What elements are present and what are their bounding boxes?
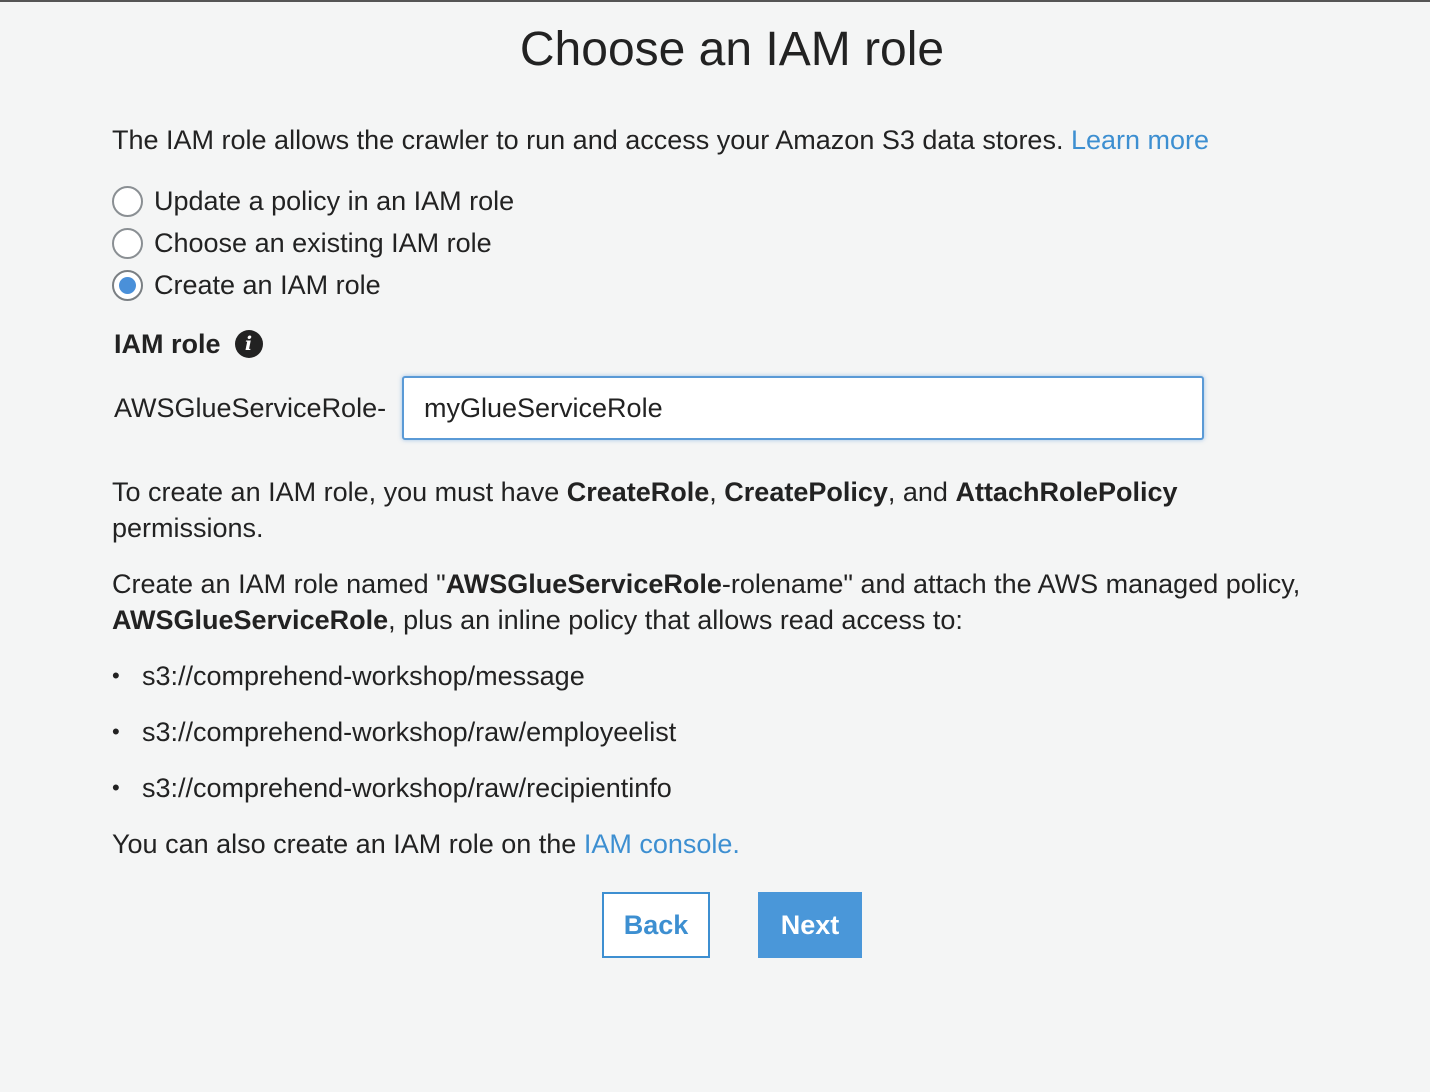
iam-role-options: Update a policy in an IAM role Choose an… xyxy=(112,180,1372,306)
s3-path: s3://comprehend-workshop/raw/recipientin… xyxy=(142,773,672,803)
permissions-text-2: , xyxy=(709,477,725,507)
option-update-policy-label: Update a policy in an IAM role xyxy=(154,185,515,216)
bullet-icon: • xyxy=(112,775,120,800)
option-create-role-label: Create an IAM role xyxy=(154,269,381,300)
role-name-prefix: AWSGlueServiceRole- xyxy=(114,392,387,423)
permission-create-policy: CreatePolicy xyxy=(724,477,888,507)
radio-create-role[interactable] xyxy=(112,269,143,301)
page-title: Choose an IAM role xyxy=(519,23,945,76)
iam-role-heading: IAM role i xyxy=(112,326,1372,362)
iam-console-note: You can also create an IAM role on the I… xyxy=(112,826,1372,862)
role-name-input[interactable] xyxy=(402,376,1204,440)
intro-description: The IAM role allows the crawler to run a… xyxy=(112,125,1064,155)
list-item: • s3://comprehend-workshop/message xyxy=(112,658,1372,714)
radio-choose-existing[interactable] xyxy=(112,227,143,259)
bullet-icon: • xyxy=(112,719,120,744)
option-update-policy[interactable]: Update a policy in an IAM role xyxy=(112,180,1372,222)
navigation-buttons: Back Next xyxy=(602,892,862,958)
create-info-text-2: -rolename" and attach the AWS managed po… xyxy=(721,569,1301,599)
permissions-text-3: , and xyxy=(887,477,956,507)
s3-path: s3://comprehend-workshop/raw/employeelis… xyxy=(142,717,677,747)
permission-create-role: CreateRole xyxy=(566,477,710,507)
create-role-instructions: Create an IAM role named "AWSGlueService… xyxy=(112,566,1372,638)
permissions-text-1: To create an IAM role, you must have xyxy=(112,477,567,507)
bullet-icon: • xyxy=(112,663,120,688)
page: Choose an IAM role The IAM role allows t… xyxy=(0,0,1430,1092)
list-item: • s3://comprehend-workshop/raw/employeeli… xyxy=(112,714,1372,770)
option-create-role[interactable]: Create an IAM role xyxy=(112,264,1372,306)
s3-path: s3://comprehend-workshop/message xyxy=(142,661,585,691)
info-icon[interactable]: i xyxy=(234,330,263,358)
intro-text: The IAM role allows the crawler to run a… xyxy=(112,122,1372,158)
iam-console-text: You can also create an IAM role on the xyxy=(112,829,584,859)
list-item: • s3://comprehend-workshop/raw/recipienti… xyxy=(112,770,1372,826)
top-divider xyxy=(0,0,1430,2)
back-button[interactable]: Back xyxy=(602,892,710,958)
permission-attach-role-policy: AttachRolePolicy xyxy=(955,477,1178,507)
option-choose-existing-label: Choose an existing IAM role xyxy=(154,227,492,258)
iam-console-link[interactable]: IAM console. xyxy=(584,829,740,859)
radio-update-policy[interactable] xyxy=(112,185,143,217)
create-info-text-1: Create an IAM role named " xyxy=(112,569,446,599)
iam-role-heading-text: IAM role xyxy=(114,328,221,359)
create-info-managed-policy: AWSGlueServiceRole xyxy=(112,605,389,635)
s3-path-list: • s3://comprehend-workshop/message • s3://… xyxy=(112,658,1372,826)
next-button[interactable]: Next xyxy=(758,892,862,958)
permissions-text-4: permissions. xyxy=(112,513,264,543)
permissions-note: To create an IAM role, you must have Cre… xyxy=(112,474,1372,546)
option-choose-existing[interactable]: Choose an existing IAM role xyxy=(112,222,1372,264)
iam-role-name-row: AWSGlueServiceRole- xyxy=(112,376,1372,440)
learn-more-link[interactable]: Learn more xyxy=(1071,125,1209,155)
create-info-text-3: , plus an inline policy that allows read… xyxy=(388,605,963,635)
main-content: The IAM role allows the crawler to run a… xyxy=(112,122,1372,862)
create-info-role-name: AWSGlueServiceRole xyxy=(445,569,722,599)
